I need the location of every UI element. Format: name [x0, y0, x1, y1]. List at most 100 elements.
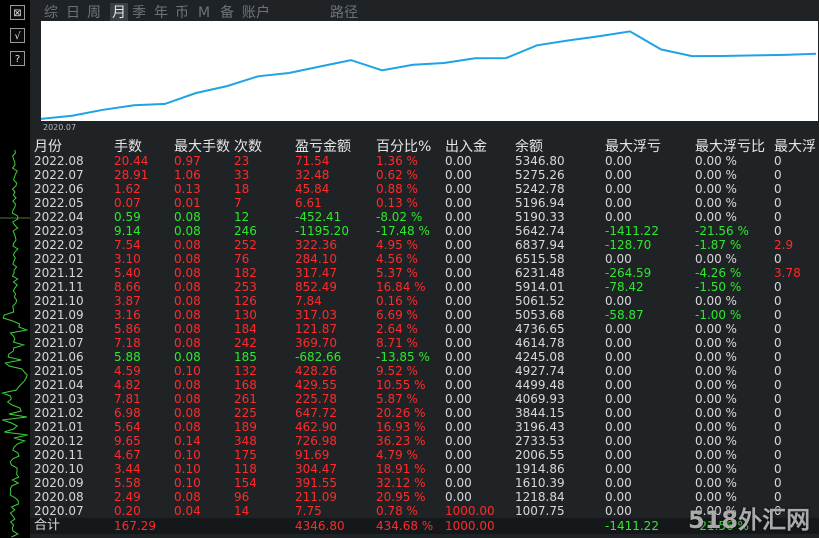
cell-pnl: 322.36: [295, 238, 337, 252]
cell-flow: 0.00: [445, 224, 472, 238]
cell-flow: 1000.00: [445, 504, 495, 518]
cell-pnl: 428.26: [295, 364, 337, 378]
cell-lots: 0.20: [114, 504, 141, 518]
summary-lots: 167.29: [114, 519, 156, 533]
cell-bal: 4927.74: [515, 364, 565, 378]
cell-flow: 0.00: [445, 336, 472, 350]
cell-x: 0: [774, 378, 782, 392]
cell-dd: 0.00: [605, 350, 632, 364]
cell-count: 182: [234, 266, 257, 280]
cell-maxlots: 0.13: [174, 182, 201, 196]
cell-pnl: 462.90: [295, 420, 337, 434]
cell-month: 2022.07: [34, 168, 84, 182]
table-row: 2022.08 20.44 0.97 23 71.54 1.36 % 0.00 5346.80…: [30, 154, 819, 168]
cell-x: 0: [774, 154, 782, 168]
cell-x: 0: [774, 294, 782, 308]
cell-count: 261: [234, 392, 257, 406]
cell-ddpct: 0.00 %: [695, 196, 737, 210]
cell-ddpct: 0.00 %: [695, 154, 737, 168]
cell-x: 0: [774, 322, 782, 336]
cell-maxlots: 0.14: [174, 434, 201, 448]
cell-dd: 0.00: [605, 252, 632, 266]
cell-count: 225: [234, 406, 257, 420]
cell-count: 12: [234, 210, 250, 224]
cell-flow: 0.00: [445, 392, 472, 406]
cell-flow: 0.00: [445, 434, 472, 448]
cell-lots: 5.58: [114, 476, 141, 490]
cell-month: 2021.09: [34, 308, 84, 322]
cell-ddpct: 0.00 %: [695, 434, 737, 448]
cell-lots: 1.62: [114, 182, 141, 196]
cell-pct: 0.78 %: [376, 504, 418, 518]
table-row: 2021.09 3.16 0.08 130 317.03 6.69 % 0.00 5053.6…: [30, 308, 819, 322]
cell-lots: 0.59: [114, 210, 141, 224]
cell-bal: 4245.08: [515, 350, 565, 364]
cell-dd: 0.00: [605, 476, 632, 490]
cell-bal: 5061.52: [515, 294, 565, 308]
cell-bal: 5914.01: [515, 280, 565, 294]
cell-bal: 1914.86: [515, 462, 565, 476]
cell-x: 0: [774, 210, 782, 224]
help-button[interactable]: ?: [10, 51, 25, 66]
cell-pct: 0.62 %: [376, 168, 418, 182]
table-row: 2022.07 28.91 1.06 33 32.48 0.62 % 0.00 5275.26…: [30, 168, 819, 182]
cell-month: 2020.12: [34, 434, 84, 448]
cell-count: 14: [234, 504, 250, 518]
cell-bal: 5346.80: [515, 154, 565, 168]
cell-pnl: 121.87: [295, 322, 337, 336]
cell-lots: 9.65: [114, 434, 141, 448]
column-header: 盈亏金额: [295, 139, 351, 155]
cell-bal: 2006.55: [515, 448, 565, 462]
cell-bal: 4069.93: [515, 392, 565, 406]
cell-dd: 0.00: [605, 462, 632, 476]
cell-lots: 2.49: [114, 490, 141, 504]
cell-bal: 4614.78: [515, 336, 565, 350]
left-tool-strip: ⊠ √ ?: [0, 0, 30, 538]
cell-x: 3.78: [774, 266, 801, 280]
cell-ddpct: 0.00 %: [695, 378, 737, 392]
cell-lots: 5.64: [114, 420, 141, 434]
cell-count: 185: [234, 350, 257, 364]
cell-lots: 6.98: [114, 406, 141, 420]
table-row: 2021.08 5.86 0.08 184 121.87 2.64 % 0.00 4736.6…: [30, 322, 819, 336]
cell-month: 2020.09: [34, 476, 84, 490]
cell-bal: 5190.33: [515, 210, 565, 224]
cell-ddpct: 0.00 %: [695, 406, 737, 420]
cell-pnl: 7.84: [295, 294, 322, 308]
cell-pct: 5.37 %: [376, 266, 418, 280]
cell-count: 253: [234, 280, 257, 294]
cell-pct: 32.12 %: [376, 476, 426, 490]
column-header: 百分比%: [376, 139, 432, 155]
cell-maxlots: 0.08: [174, 392, 201, 406]
cell-lots: 4.82: [114, 378, 141, 392]
cell-dd: 0.00: [605, 364, 632, 378]
cell-pct: 1.36 %: [376, 154, 418, 168]
chart-background: [41, 21, 818, 121]
cell-pct: 16.93 %: [376, 420, 426, 434]
cell-maxlots: 0.08: [174, 308, 201, 322]
cell-pct: 5.87 %: [376, 392, 418, 406]
cell-dd: -1411.22: [605, 224, 659, 238]
cell-count: 96: [234, 490, 250, 504]
summary-flow: 1000.00: [445, 519, 495, 533]
cell-x: 0: [774, 392, 782, 406]
cell-x: 0: [774, 476, 782, 490]
price-trace-line: [0, 150, 29, 538]
cell-bal: 5196.94: [515, 196, 565, 210]
cell-bal: 3844.15: [515, 406, 565, 420]
cell-dd: 0.00: [605, 294, 632, 308]
cell-month: 2021.12: [34, 266, 84, 280]
cell-pct: 4.79 %: [376, 448, 418, 462]
equity-curve-chart: [40, 21, 818, 121]
cell-bal: 6231.48: [515, 266, 565, 280]
cell-pnl: 71.54: [295, 154, 330, 168]
grid-toggle-button[interactable]: ⊠: [10, 5, 25, 20]
cell-maxlots: 0.04: [174, 504, 201, 518]
cell-x: 0: [774, 224, 782, 238]
formula-button[interactable]: √: [10, 28, 25, 43]
table-row: 2021.07 7.18 0.08 242 369.70 8.71 % 0.00 4614.7…: [30, 336, 819, 350]
column-header: 余额: [515, 139, 543, 155]
cell-pnl: 852.49: [295, 280, 337, 294]
table-row: 2022.01 3.10 0.08 76 284.10 4.56 % 0.00 6515.58…: [30, 252, 819, 266]
cell-pnl: 429.55: [295, 378, 337, 392]
